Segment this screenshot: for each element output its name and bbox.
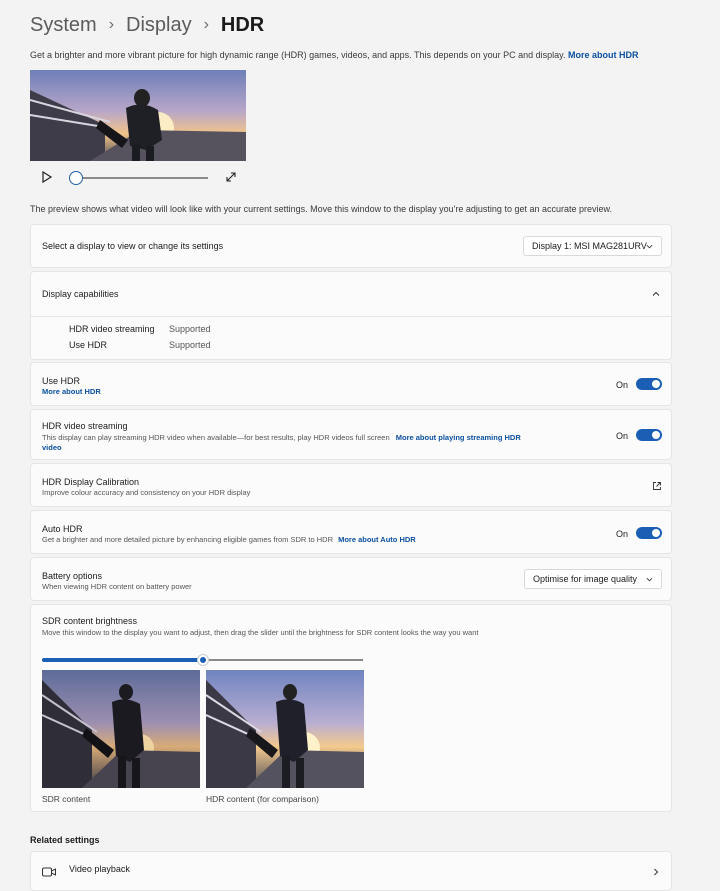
slider-fill [42, 658, 203, 662]
preview-progress-thumb[interactable] [69, 171, 83, 185]
hdr-streaming-title: HDR video streaming [42, 421, 128, 431]
display-dropdown-value: Display 1: MSI MAG281URV [532, 241, 647, 251]
select-display-card: Select a display to view or change its s… [30, 224, 672, 268]
breadcrumb-system[interactable]: System [30, 14, 97, 37]
hdr-streaming-subtitle: This display can play streaming HDR vide… [42, 433, 521, 442]
use-hdr-more-link[interactable]: More about HDR [42, 387, 101, 396]
intro-description: Get a brighter and more vibrant picture … [30, 50, 638, 60]
capability-status: Supported [169, 340, 211, 350]
chevron-right-icon: › [108, 16, 115, 33]
capability-name: Use HDR [69, 340, 108, 350]
video-playback-label: Video playback [69, 864, 130, 874]
breadcrumb: System › Display › HDR [30, 12, 264, 38]
auto-hdr-toggle[interactable] [636, 527, 662, 539]
related-settings-heading: Related settings [30, 835, 100, 845]
auto-hdr-subtitle: Get a brighter and more detailed picture… [42, 535, 416, 544]
chevron-down-icon [646, 244, 653, 249]
hdr-preview-video [30, 70, 246, 161]
capabilities-header[interactable]: Display capabilities [31, 272, 671, 316]
sdr-brightness-slider[interactable] [42, 655, 363, 665]
hdr-caption: HDR content (for comparison) [206, 794, 319, 804]
divider [31, 316, 671, 317]
more-about-streaming-link[interactable]: More about playing streaming HDR [396, 433, 521, 442]
breadcrumb-display[interactable]: Display [126, 14, 192, 37]
chevron-right-icon [654, 868, 659, 876]
intro-text: Get a brighter and more vibrant picture … [30, 50, 566, 60]
capability-status: Supported [169, 324, 211, 334]
calibration-subtitle: Improve colour accuracy and consistency … [42, 488, 251, 497]
hdr-streaming-state: On [616, 431, 629, 441]
calibration-title: HDR Display Calibration [42, 477, 140, 487]
display-capabilities-card: Display capabilities HDR video streaming… [30, 271, 672, 360]
display-dropdown[interactable]: Display 1: MSI MAG281URV [523, 236, 662, 256]
slider-thumb[interactable] [198, 655, 208, 665]
chevron-right-icon: › [203, 16, 209, 33]
play-icon[interactable] [40, 170, 54, 184]
sdr-caption: SDR content [42, 794, 91, 804]
chevron-down-icon [646, 577, 653, 582]
use-hdr-card: Use HDR More about HDR On [30, 362, 672, 406]
open-external-icon[interactable] [652, 481, 662, 491]
chevron-up-icon[interactable] [652, 290, 660, 298]
auto-hdr-card: Auto HDR Get a brighter and more detaile… [30, 510, 672, 554]
video-camera-icon [42, 867, 56, 877]
use-hdr-toggle[interactable] [636, 378, 662, 390]
battery-title: Battery options [42, 571, 103, 581]
select-display-label: Select a display to view or change its s… [42, 241, 224, 251]
preview-progress-track[interactable] [76, 177, 208, 179]
battery-dropdown-value: Optimise for image quality [533, 574, 638, 584]
fullscreen-icon[interactable] [224, 170, 238, 184]
hdr-calibration-card[interactable]: HDR Display Calibration Improve colour a… [30, 463, 672, 507]
hdr-sample-image [206, 670, 364, 788]
auto-hdr-subtitle-text: Get a brighter and more detailed picture… [42, 535, 333, 544]
more-about-streaming-link-cont[interactable]: video [42, 443, 62, 452]
page-title: HDR [220, 13, 265, 36]
preview-controls [40, 168, 240, 186]
preview-note: The preview shows what video will look l… [30, 204, 613, 214]
hdr-streaming-card: HDR video streaming This display can pla… [30, 409, 672, 460]
use-hdr-state: On [616, 380, 629, 390]
use-hdr-title: Use HDR [42, 376, 81, 386]
battery-subtitle: When viewing HDR content on battery powe… [42, 582, 192, 591]
capability-name: HDR video streaming [69, 324, 155, 334]
more-about-auto-hdr-link[interactable]: More about Auto HDR [338, 535, 416, 544]
battery-dropdown[interactable]: Optimise for image quality [524, 569, 662, 589]
video-playback-card[interactable]: Video playback [30, 851, 672, 891]
hdr-streaming-toggle[interactable] [636, 429, 662, 441]
auto-hdr-title: Auto HDR [42, 524, 83, 534]
more-about-hdr-link[interactable]: More about HDR [568, 50, 639, 60]
battery-options-card: Battery options When viewing HDR content… [30, 557, 672, 601]
capabilities-title: Display capabilities [42, 289, 119, 299]
sdr-brightness-subtitle: Move this window to the display you want… [42, 628, 479, 637]
sdr-sample-image [42, 670, 200, 788]
hdr-streaming-subtitle-text: This display can play streaming HDR vide… [42, 433, 390, 442]
sdr-brightness-title: SDR content brightness [42, 616, 138, 626]
auto-hdr-state: On [616, 529, 629, 539]
sdr-brightness-card: SDR content brightness Move this window … [30, 604, 672, 812]
